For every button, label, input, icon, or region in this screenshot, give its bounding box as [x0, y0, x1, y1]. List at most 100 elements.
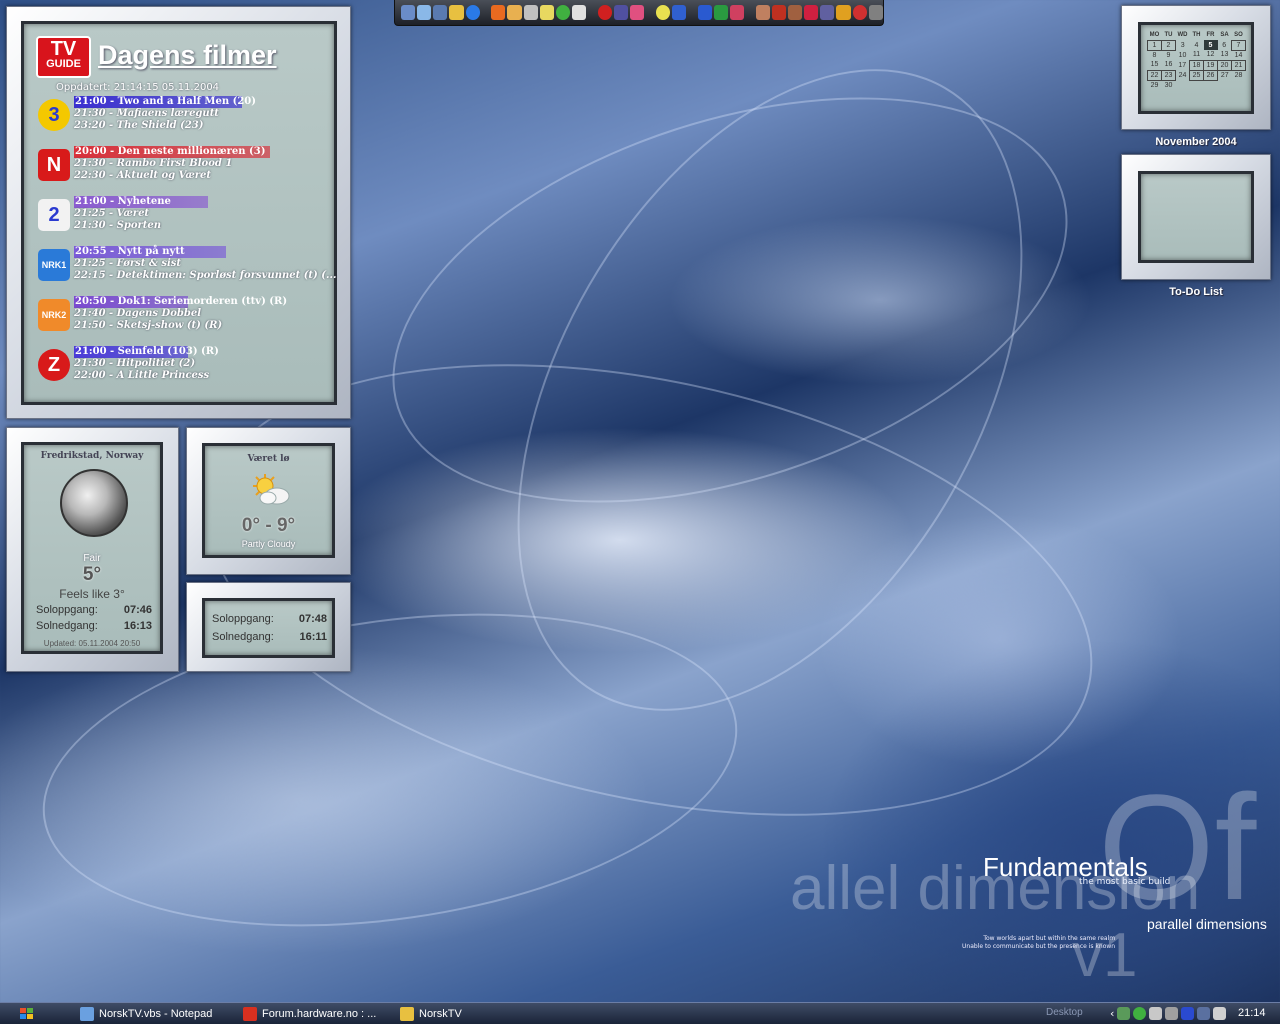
channel-row[interactable]: 2 21:00 - Nyhetene 21:25 - Været 21:30 - Sp…	[36, 196, 336, 244]
word-icon[interactable]	[697, 5, 712, 20]
desktop-toolbar-label[interactable]: Desktop	[1046, 1007, 1083, 1018]
sunrise-label: Soloppgang:	[212, 613, 274, 625]
show-now-playing[interactable]: 21:00 - Nyhetene	[74, 196, 171, 208]
taskbar-clock[interactable]: 21:14	[1238, 1007, 1266, 1019]
excel-icon[interactable]	[713, 5, 728, 20]
calendar-day[interactable]: 29	[1148, 80, 1162, 90]
app-icon[interactable]	[417, 5, 432, 20]
calendar-day[interactable]: 7	[1231, 39, 1246, 51]
calendar-day[interactable]: 24	[1176, 70, 1190, 80]
taskbar-button[interactable]: NorskTV	[400, 1005, 462, 1023]
calendar-day[interactable]: 11	[1190, 50, 1204, 60]
channel-row[interactable]: Z 21:00 - Seinfeld (103) (R) 21:30 - Hitpo…	[36, 346, 336, 394]
channel-row[interactable]: 3 21:00 - Two and a Half Men (20) 21:30 - …	[36, 96, 336, 144]
calendar-day[interactable]: 4	[1190, 40, 1204, 50]
app-icon[interactable]	[671, 5, 687, 20]
calendar-day[interactable]: 1	[1147, 39, 1162, 51]
app-icon[interactable]	[613, 5, 629, 20]
calendar-day[interactable]: 15	[1148, 60, 1162, 70]
app-icon[interactable]	[852, 5, 867, 20]
calendar-day[interactable]: 9	[1162, 50, 1176, 60]
show-upcoming[interactable]: 22:15 - Detektimen: Sporløst forsvunnet …	[74, 270, 336, 282]
show-upcoming[interactable]: 21:25 - Været	[74, 208, 149, 220]
show-upcoming[interactable]: 23:20 - The Shield (23)	[74, 120, 204, 132]
calendar-day[interactable]: 26	[1203, 69, 1218, 81]
volume-icon[interactable]	[1213, 1007, 1227, 1020]
app-icon[interactable]	[539, 5, 554, 20]
calendar-day[interactable]: 21	[1231, 59, 1246, 71]
app-icon[interactable]	[771, 5, 787, 20]
tray-icon[interactable]	[1181, 1007, 1195, 1020]
show-upcoming[interactable]: 21:30 - Rambo First Blood 1	[74, 158, 232, 170]
calendar-day[interactable]: 25	[1189, 69, 1204, 81]
show-now-playing[interactable]: 20:55 - Nytt på nytt	[74, 246, 185, 258]
calendar-day[interactable]: 19	[1203, 59, 1218, 71]
start-button[interactable]	[14, 1006, 42, 1022]
show-now-playing[interactable]: 20:50 - Dok1: Seriemorderen (ttv) (R)	[74, 296, 287, 308]
calendar-day[interactable]: 27	[1218, 70, 1232, 80]
show-upcoming[interactable]: 21:30 - Sporten	[74, 220, 161, 232]
channel-row[interactable]: NRK1 20:55 - Nytt på nytt 21:25 - Først & …	[36, 246, 336, 294]
app-icon[interactable]	[655, 5, 670, 20]
channel-row[interactable]: N 20:00 - Den neste millionæren (3) 21:30 …	[36, 146, 336, 194]
show-now-playing[interactable]: 20:00 - Den neste millionæren (3)	[74, 146, 265, 158]
calendar-day[interactable]: 5	[1203, 40, 1218, 50]
show-upcoming[interactable]: 21:50 - Sketsj-show (t) (R)	[74, 320, 222, 332]
tv-guide-title[interactable]: Dagens filmer	[98, 40, 277, 71]
tray-icon[interactable]	[1133, 1007, 1147, 1020]
calendar-day[interactable]: 22	[1147, 69, 1162, 81]
show-upcoming[interactable]: 21:30 - Hitpolitiet (2)	[74, 358, 195, 370]
tray-icon[interactable]	[1197, 1007, 1211, 1020]
calendar-day[interactable]: 2	[1161, 39, 1176, 51]
app-icon[interactable]	[836, 5, 851, 20]
app-icon[interactable]	[401, 5, 416, 20]
tray-arrow-icon[interactable]: ‹	[1110, 1007, 1114, 1020]
calendar-day[interactable]: 10	[1176, 50, 1190, 60]
app-icon[interactable]	[433, 5, 448, 20]
show-upcoming[interactable]: 21:25 - Først & sist	[74, 258, 181, 270]
app-icon[interactable]	[804, 5, 819, 20]
calendar-day[interactable]: 8	[1148, 50, 1162, 60]
calendar-day[interactable]: 18	[1189, 59, 1204, 71]
calendar-day[interactable]: 14	[1232, 50, 1246, 60]
sunrise-label: Soloppgang:	[36, 604, 98, 616]
channel-logo: Z	[38, 349, 70, 381]
show-upcoming[interactable]: 22:00 - A Little Princess	[74, 370, 209, 382]
calendar-day[interactable]: 30	[1162, 80, 1176, 90]
app-icon[interactable]	[572, 5, 587, 20]
app-icon[interactable]	[820, 5, 835, 20]
app-icon[interactable]	[788, 5, 803, 20]
app-icon[interactable]	[755, 5, 770, 20]
show-upcoming[interactable]: 21:40 - Dagens Dobbel	[74, 308, 201, 320]
calendar-day[interactable]: 17	[1176, 60, 1190, 70]
app-icon[interactable]	[555, 5, 571, 20]
show-now-playing[interactable]: 21:00 - Seinfeld (103) (R)	[74, 346, 219, 358]
show-now-playing[interactable]: 21:00 - Two and a Half Men (20)	[74, 96, 256, 108]
taskbar-button[interactable]: Forum.hardware.no : ...	[243, 1005, 376, 1023]
calendar-day[interactable]: 13	[1218, 50, 1232, 60]
calendar-day[interactable]: 6	[1218, 40, 1232, 50]
tray-icon[interactable]	[1117, 1007, 1131, 1020]
app-icon[interactable]	[730, 5, 745, 20]
calendar-day[interactable]: 28	[1232, 70, 1246, 80]
calendar-day[interactable]: 20	[1217, 59, 1232, 71]
todo-screen[interactable]	[1138, 171, 1254, 263]
calendar-day[interactable]: 12	[1204, 50, 1218, 60]
tray-icon[interactable]	[1149, 1007, 1163, 1020]
app-icon[interactable]	[868, 5, 883, 20]
channel-row[interactable]: NRK2 20:50 - Dok1: Seriemorderen (ttv) (R…	[36, 296, 336, 344]
app-icon[interactable]	[630, 5, 645, 20]
calendar-day[interactable]: 23	[1161, 69, 1176, 81]
show-upcoming[interactable]: 21:30 - Mafiaens læregutt	[74, 108, 219, 120]
app-icon[interactable]	[507, 5, 522, 20]
calendar-day[interactable]: 3	[1176, 40, 1190, 50]
app-icon[interactable]	[523, 5, 538, 20]
calendar-day[interactable]: 16	[1162, 60, 1176, 70]
app-icon[interactable]	[449, 5, 464, 20]
tray-icon[interactable]	[1165, 1007, 1179, 1020]
taskbar-button[interactable]: NorskTV.vbs - Notepad	[80, 1005, 212, 1023]
app-icon[interactable]	[597, 5, 612, 20]
app-icon[interactable]	[491, 5, 506, 20]
show-upcoming[interactable]: 22:30 - Aktuelt og Været	[74, 170, 211, 182]
internet-explorer-icon[interactable]	[465, 5, 480, 20]
